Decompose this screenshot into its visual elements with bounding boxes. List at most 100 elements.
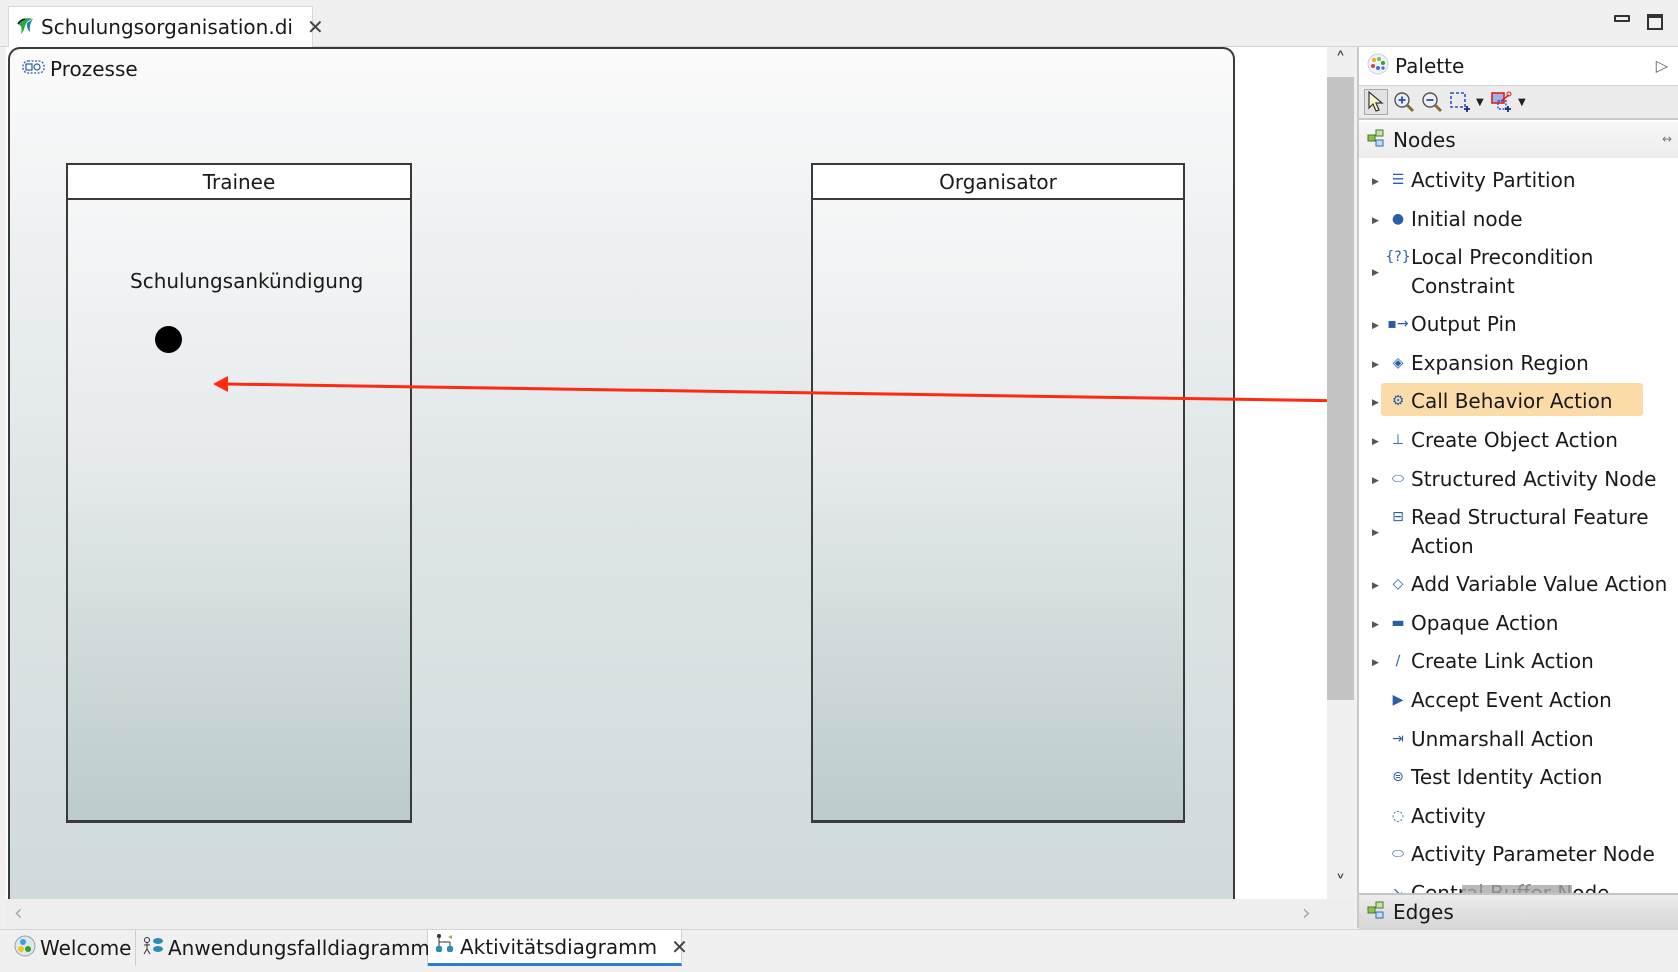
- partition-name: Organisator: [939, 169, 1057, 194]
- expand-arrow-icon[interactable]: ▶: [1372, 611, 1379, 639]
- expand-arrow-icon[interactable]: ▶: [1372, 351, 1379, 379]
- expand-arrow-icon[interactable]: ▶: [1372, 572, 1379, 600]
- tab-anwendungsfalldiagramm[interactable]: Anwendungsfalldiagramm: [136, 930, 430, 966]
- drawer-nodes[interactable]: Nodes ↔: [1359, 122, 1678, 158]
- drawer-icon: [1367, 900, 1385, 924]
- activity-frame-title: Prozesse: [22, 57, 138, 81]
- editor-tab-schulungsorganisation[interactable]: Schulungsorganisation.di ✕: [8, 6, 324, 47]
- palette-item-label: Initial node: [1411, 206, 1523, 231]
- structured-activity-node-icon: ⬭: [1392, 470, 1404, 487]
- palette-item-label: Activity: [1411, 803, 1486, 828]
- read-structural-feature-icon: ⊟: [1392, 509, 1404, 526]
- pin-drawer-icon[interactable]: ↔: [1662, 132, 1672, 146]
- welcome-icon: [14, 935, 36, 962]
- expand-arrow-icon[interactable]: ▶: [1372, 649, 1379, 677]
- palette-icon: [1367, 53, 1389, 80]
- partition-header[interactable]: Organisator: [813, 165, 1183, 200]
- initial-node-label[interactable]: Schulungsankündigung: [130, 269, 363, 293]
- collapse-palette-icon[interactable]: ▷: [1656, 56, 1668, 75]
- connection-marquee-dropdown-icon[interactable]: ▼: [1518, 97, 1528, 108]
- maximize-icon[interactable]: [1647, 14, 1663, 30]
- vertical-scrollbar-thumb[interactable]: [1327, 77, 1354, 700]
- initial-node[interactable]: [155, 326, 182, 353]
- expand-arrow-icon[interactable]: ▶: [1372, 207, 1379, 235]
- palette-item-label-line2: Constraint: [1411, 274, 1515, 299]
- marquee-tool[interactable]: [1448, 89, 1472, 115]
- create-link-action-icon: ∕: [1395, 653, 1401, 670]
- palette-item-label: Local Precondition: [1411, 245, 1594, 270]
- activity-icon: [22, 57, 46, 81]
- palette-item-label: Structured Activity Node: [1411, 466, 1657, 491]
- marquee-icon: [1450, 92, 1470, 112]
- expand-arrow-icon[interactable]: ▶: [1372, 428, 1379, 456]
- activity-frame[interactable]: Prozesse Trainee Organisator Schulungsan…: [8, 47, 1235, 899]
- use-case-diagram-icon: [142, 935, 164, 962]
- connection-marquee-icon: [1491, 91, 1512, 112]
- editor-tab-strip: Schulungsorganisation.di ✕: [0, 0, 1678, 47]
- zoom-in-icon: [1394, 92, 1415, 113]
- unmarshall-action-icon: ⇥: [1392, 730, 1404, 747]
- activity-parameter-node-icon: ⬭: [1392, 846, 1404, 863]
- constraint-icon: {?}: [1385, 249, 1411, 266]
- partition-header[interactable]: Trainee: [68, 165, 410, 200]
- expand-arrow-icon[interactable]: ▶: [1372, 389, 1379, 417]
- palette-item-label: Output Pin: [1411, 312, 1517, 337]
- diagram-canvas[interactable]: Prozesse Trainee Organisator Schulungsan…: [6, 47, 1327, 899]
- papyrus-editor-window: Schulungsorganisation.di ✕ Prozesse Trai…: [0, 0, 1678, 972]
- scroll-right-icon[interactable]: ›: [1302, 899, 1311, 929]
- activity-name: Prozesse: [50, 57, 138, 81]
- drawer-label: Nodes: [1393, 128, 1456, 152]
- expand-arrow-icon[interactable]: ▶: [1372, 168, 1379, 196]
- palette-item-label: Read Structural Feature: [1411, 505, 1649, 530]
- marquee-dropdown-icon[interactable]: ▼: [1476, 97, 1486, 108]
- zoom-in-tool[interactable]: [1392, 89, 1416, 115]
- close-icon[interactable]: ✕: [671, 935, 688, 959]
- accept-event-action-icon: ▶: [1392, 692, 1404, 708]
- output-pin-icon: ▪→: [1387, 316, 1409, 333]
- activity-diagram-icon: [434, 933, 456, 960]
- palette-item-label: Expansion Region: [1411, 350, 1589, 375]
- palette-item-label: Call Behavior Action: [1411, 389, 1613, 414]
- palette-item-label: Unmarshall Action: [1411, 726, 1594, 751]
- scroll-down-icon[interactable]: ˅: [1327, 870, 1354, 897]
- partition-name: Trainee: [202, 169, 276, 194]
- partition-trainee[interactable]: Trainee: [66, 163, 412, 823]
- call-behavior-action-icon: ⚙: [1391, 393, 1405, 410]
- zoom-out-tool[interactable]: [1420, 89, 1444, 115]
- tab-aktivitaetsdiagramm[interactable]: Aktivitätsdiagramm ✕: [428, 930, 688, 966]
- create-object-action-icon: ⊥: [1391, 432, 1405, 448]
- palette-item-label: Add Variable Value Action: [1411, 572, 1668, 597]
- add-variable-value-icon: ◇: [1392, 576, 1404, 593]
- palette-toolbar: ▼ ▼: [1359, 86, 1678, 120]
- tab-label: Anwendungsfalldiagramm: [168, 936, 430, 960]
- drawer-edges[interactable]: Edges: [1359, 893, 1678, 929]
- close-icon[interactable]: ✕: [307, 15, 324, 39]
- expand-arrow-icon[interactable]: ▶: [1372, 259, 1379, 287]
- palette-node-list: ▶ ☰ Activity Partition ▶ ● Initial node ▶ {?} Co…: [1359, 160, 1678, 936]
- select-tool[interactable]: [1364, 89, 1388, 115]
- scroll-left-icon[interactable]: ‹: [14, 899, 23, 929]
- expansion-region-icon: ◈: [1392, 354, 1404, 371]
- expand-arrow-icon[interactable]: ▶: [1372, 519, 1379, 547]
- horizontal-scrollbar[interactable]: [6, 899, 1354, 929]
- diagram-tab-strip: Welcome Anwendungsfalldiagramm Aktivität…: [0, 929, 1678, 972]
- partition-organisator[interactable]: Organisator: [811, 163, 1185, 823]
- palette-item-label: Test Identity Action: [1411, 765, 1603, 790]
- tab-label: Aktivitätsdiagramm: [460, 934, 658, 959]
- connection-marquee-tool[interactable]: [1490, 89, 1514, 115]
- papyrus-logo-icon: [15, 14, 37, 41]
- scroll-up-icon[interactable]: ˄: [1327, 47, 1354, 74]
- palette-item-label: Activity Parameter Node: [1411, 842, 1655, 867]
- palette-item-label: Create Object Action: [1411, 428, 1618, 452]
- palette-item-label: Activity Partition: [1411, 168, 1576, 192]
- activity-partition-icon: ☰: [1391, 172, 1405, 188]
- expand-arrow-icon[interactable]: ▶: [1372, 467, 1379, 495]
- palette: Palette ▷ ▼ ▼ Nodes ↔ ▶ ☰ Activity Parti…: [1357, 47, 1678, 929]
- palette-header[interactable]: Palette ▷: [1359, 47, 1678, 86]
- tab-welcome[interactable]: Welcome: [8, 930, 136, 966]
- minimize-icon[interactable]: [1614, 15, 1630, 22]
- editor-tab-label: Schulungsorganisation.di: [41, 15, 293, 39]
- drawer-label: Edges: [1393, 900, 1454, 924]
- palette-item-label: Accept Event Action: [1411, 688, 1612, 712]
- expand-arrow-icon[interactable]: ▶: [1372, 312, 1379, 340]
